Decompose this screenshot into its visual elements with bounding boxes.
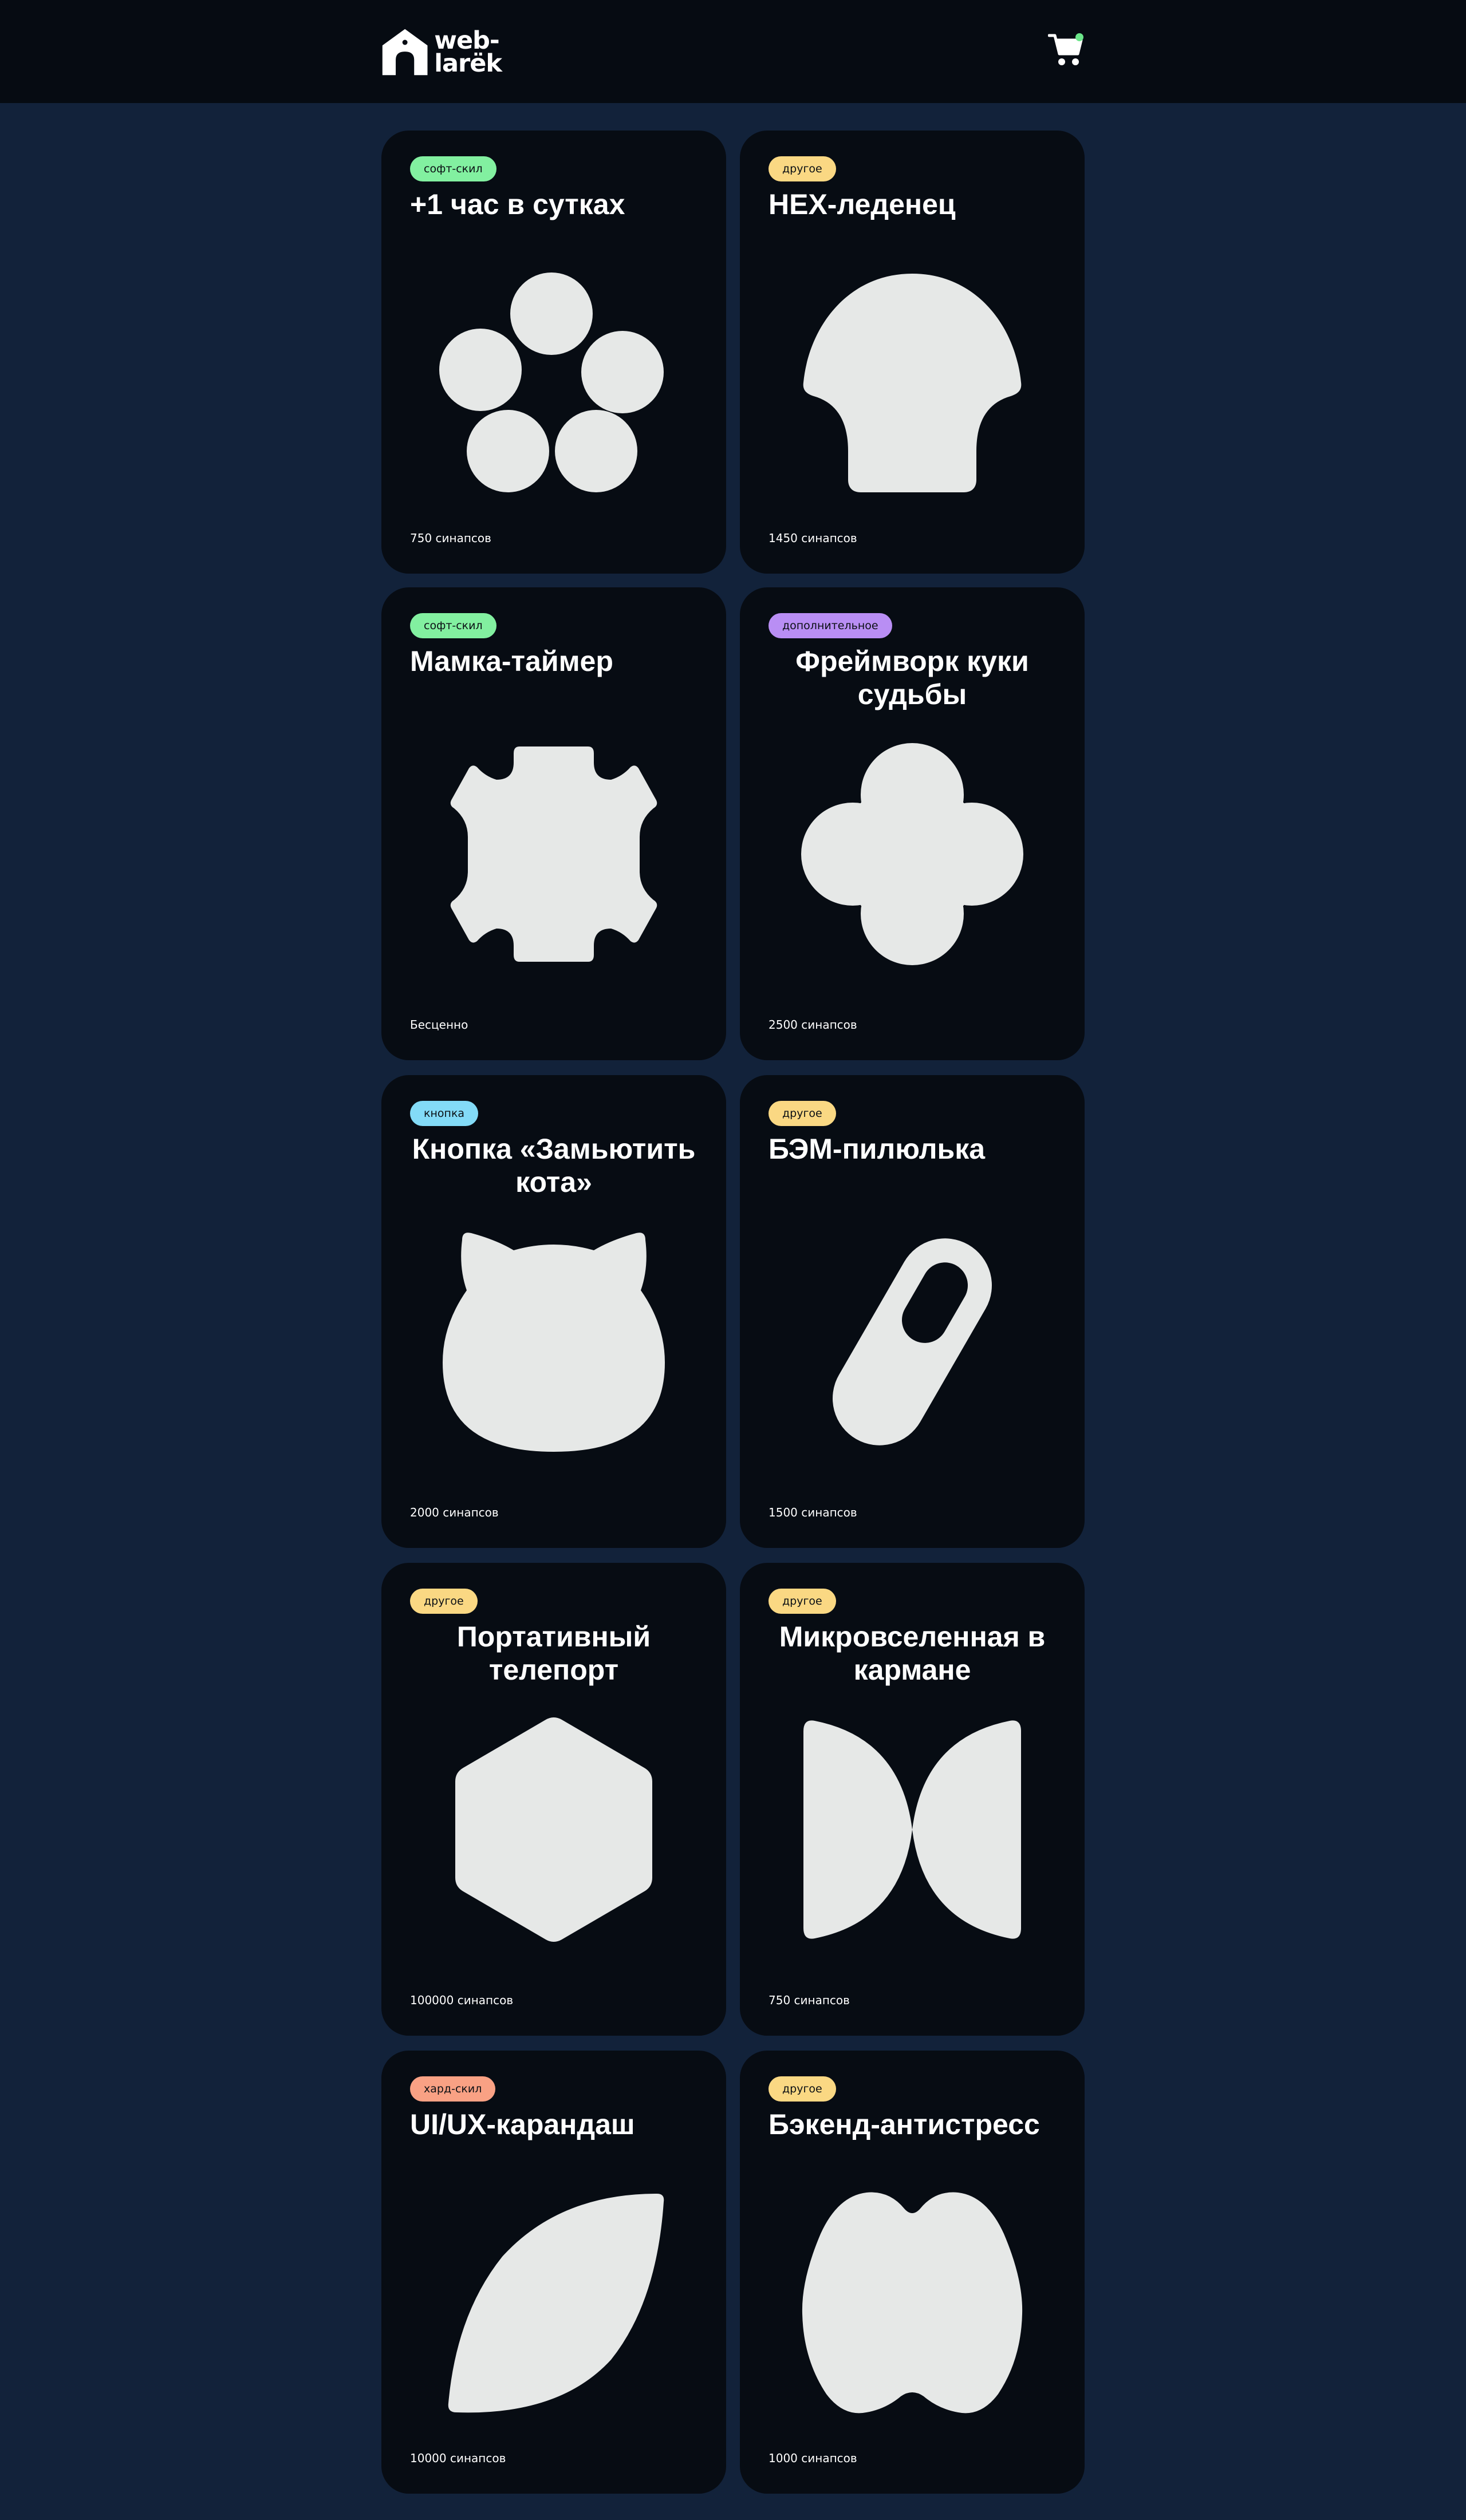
leaf-icon bbox=[381, 2182, 726, 2423]
category-badge: другое bbox=[769, 1101, 836, 1126]
product-title: Мамка-таймер bbox=[410, 645, 613, 677]
cart-button[interactable] bbox=[1047, 32, 1086, 68]
product-price: 2000 синапсов bbox=[410, 1506, 499, 1519]
product-card[interactable]: другое Микровселенная в кармане 750 сина… bbox=[740, 1563, 1085, 2036]
product-title: UI/UX-карандаш bbox=[410, 2108, 635, 2140]
logo-line-1: web- bbox=[434, 26, 500, 55]
product-card[interactable]: другое Портативный телепорт 100000 синап… bbox=[381, 1563, 726, 2036]
product-title: Микровселенная в кармане bbox=[779, 1621, 1046, 1686]
product-card[interactable]: другое БЭМ-пилюлька 1500 синапсов bbox=[740, 1075, 1085, 1548]
category-badge: другое bbox=[769, 156, 836, 181]
product-title: HEX-леденец bbox=[769, 188, 956, 220]
logo[interactable]: web- larёk bbox=[381, 25, 502, 79]
product-card[interactable]: софт-скил Мамка-таймер Бесценно bbox=[381, 587, 726, 1060]
pill-icon bbox=[740, 1222, 1085, 1462]
product-price: 100000 синапсов bbox=[410, 1993, 514, 2007]
category-badge: софт-скил bbox=[410, 613, 496, 638]
header: web- larёk bbox=[0, 0, 1466, 103]
cat-icon bbox=[381, 1222, 726, 1462]
product-title: БЭМ-пилюлька bbox=[769, 1133, 986, 1165]
lollipop-icon bbox=[740, 262, 1085, 503]
product-card[interactable]: дополнительное Фреймворк куки судьбы 250… bbox=[740, 587, 1085, 1060]
category-badge: другое bbox=[769, 2076, 836, 2102]
product-title: Фреймворк куки судьбы bbox=[795, 645, 1029, 710]
product-title: Портативный телепорт bbox=[456, 1621, 651, 1686]
product-price: 2500 синапсов bbox=[769, 1018, 857, 1032]
product-price: 10000 синапсов bbox=[410, 2451, 506, 2465]
product-title: +1 час в сутках bbox=[410, 188, 625, 220]
category-badge: дополнительное bbox=[769, 613, 892, 638]
product-price: 1500 синапсов bbox=[769, 1506, 857, 1519]
category-badge: другое bbox=[410, 1589, 478, 1614]
logo-text: web- larёk bbox=[434, 26, 502, 78]
product-card[interactable]: кнопка Кнопка «Замьютить кота» 2000 сина… bbox=[381, 1075, 726, 1548]
product-price: 1000 синапсов bbox=[769, 2451, 857, 2465]
cart-indicator bbox=[1075, 33, 1083, 41]
house-icon bbox=[382, 29, 428, 76]
product-card[interactable]: другое Бэкенд-антистресс 1000 синапсов bbox=[740, 2051, 1085, 2494]
logo-line-2: larёk bbox=[434, 49, 502, 78]
gear-icon bbox=[381, 734, 726, 974]
product-price: Бесценно bbox=[410, 1018, 468, 1032]
butterfly-icon bbox=[740, 1709, 1085, 1950]
clover-icon bbox=[740, 734, 1085, 974]
hexagon-icon bbox=[381, 1709, 726, 1950]
product-card[interactable]: другое HEX-леденец 1450 синапсов bbox=[740, 131, 1085, 574]
product-title: Кнопка «Замьютить кота» bbox=[412, 1133, 696, 1198]
product-price: 750 синапсов bbox=[769, 1993, 850, 2007]
category-badge: хард-скил bbox=[410, 2076, 496, 2102]
peanut-icon bbox=[740, 2182, 1085, 2423]
product-price: 1450 синапсов bbox=[769, 531, 857, 545]
product-price: 750 синапсов bbox=[410, 531, 491, 545]
category-badge: другое bbox=[769, 1589, 836, 1614]
category-badge: кнопка bbox=[410, 1101, 479, 1126]
category-badge: софт-скил bbox=[410, 156, 496, 181]
circles-icon bbox=[381, 262, 726, 503]
product-card[interactable]: софт-скил +1 час в сутках 750 синапсов bbox=[381, 131, 726, 574]
product-card[interactable]: хард-скил UI/UX-карандаш 10000 синапсов bbox=[381, 2051, 726, 2494]
product-title: Бэкенд-антистресс bbox=[769, 2108, 1040, 2140]
